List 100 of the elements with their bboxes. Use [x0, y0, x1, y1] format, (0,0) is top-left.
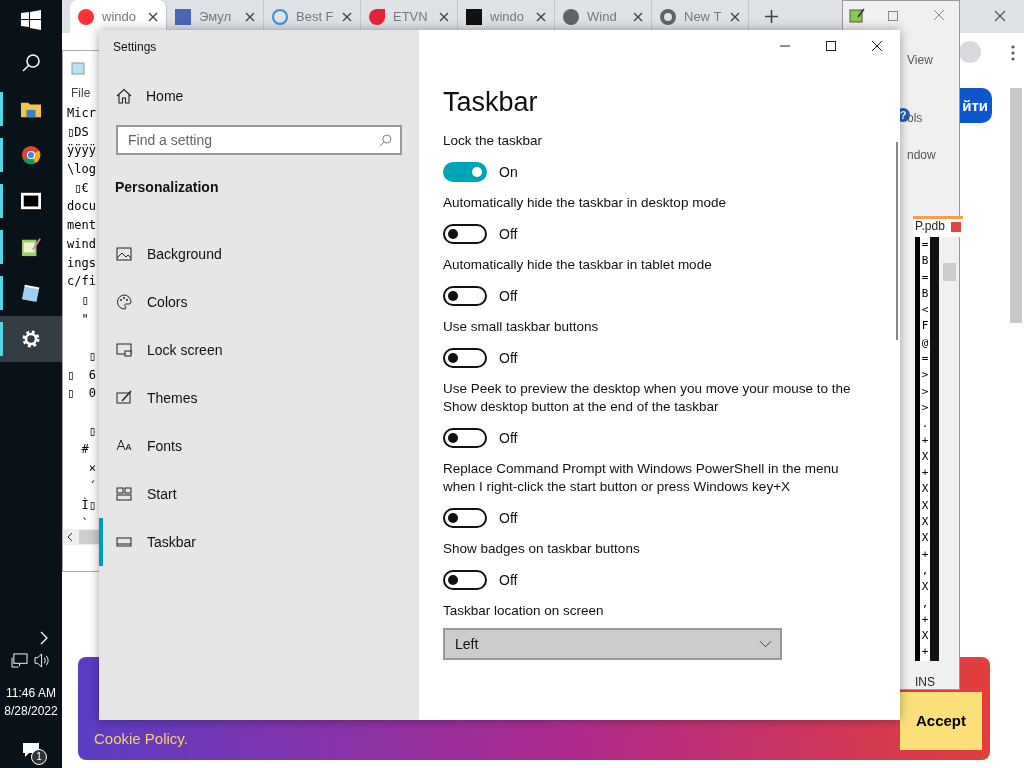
- close-icon[interactable]: [148, 11, 158, 22]
- close-icon[interactable]: [536, 11, 546, 22]
- toggle-state: On: [499, 164, 518, 180]
- taskbar-icon: [116, 534, 132, 550]
- search-icon: [21, 53, 41, 73]
- text-line: \log: [67, 161, 96, 179]
- text-line: ÿÿÿÿ: [67, 142, 96, 160]
- maximize-icon[interactable]: [825, 40, 837, 52]
- grid-icon: [116, 486, 132, 502]
- settings-icon: [21, 329, 41, 349]
- text-line: ▯ 0: [67, 385, 96, 403]
- chevron-down-icon: [759, 640, 772, 648]
- toggle-state: Off: [499, 510, 518, 526]
- notification-count: 1: [31, 749, 47, 765]
- nav-item[interactable]: Fonts: [99, 422, 419, 470]
- menu-item[interactable]: File: [71, 86, 91, 100]
- scroll-left-icon[interactable]: [67, 532, 73, 542]
- monitor-lock-icon: [116, 342, 132, 358]
- text-line: ▯: [87, 347, 96, 365]
- hex-cell: X: [915, 530, 939, 547]
- network-icon[interactable]: [11, 653, 28, 668]
- text-line: c/fi: [67, 273, 96, 291]
- close-icon[interactable]: [730, 11, 740, 22]
- time-text: 11:46 AM: [6, 685, 56, 702]
- volume-icon[interactable]: [34, 653, 51, 668]
- nav-item[interactable]: Colors: [99, 278, 419, 326]
- toggle-state: Off: [499, 350, 518, 366]
- option-label: Use small taskbar buttons: [443, 318, 600, 336]
- login-button[interactable]: йти: [960, 88, 992, 123]
- file-tab[interactable]: P.pdb: [913, 216, 963, 237]
- window-title: Settings: [112, 39, 158, 54]
- profile-icon[interactable]: [959, 41, 981, 63]
- status-text: INS: [915, 675, 935, 689]
- close-icon[interactable]: [245, 11, 255, 22]
- menu-item[interactable]: ols: [907, 111, 923, 125]
- hex-cell: X: [915, 481, 939, 498]
- option-label: Taskbar location on screen: [443, 602, 605, 620]
- toggle-switch[interactable]: [443, 162, 487, 182]
- hex-cell: .: [915, 416, 939, 433]
- new-tab-icon[interactable]: [765, 10, 778, 23]
- hex-cell: <: [915, 302, 939, 319]
- home-icon: [116, 88, 132, 104]
- text-line: docu: [67, 198, 96, 216]
- scrollbar[interactable]: [896, 142, 898, 340]
- favicon-icon: [78, 8, 94, 25]
- search-icon: [379, 134, 392, 147]
- windows-icon: [21, 10, 41, 30]
- palette-icon: [116, 294, 132, 310]
- location-dropdown[interactable]: Left: [443, 628, 782, 660]
- text-line: #: [80, 441, 90, 459]
- nav-item[interactable]: Background: [99, 230, 419, 278]
- scrollbar[interactable]: [943, 263, 956, 281]
- toggle-switch[interactable]: [443, 224, 487, 244]
- nav-item[interactable]: Start: [99, 470, 419, 518]
- search-field[interactable]: Find a setting: [116, 125, 402, 155]
- home-link[interactable]: Home: [116, 88, 419, 104]
- close-icon[interactable]: [871, 40, 883, 52]
- section-heading: Personalization: [115, 179, 220, 195]
- chevron-icon[interactable]: [40, 631, 48, 645]
- brush-monitor-icon: [116, 390, 132, 406]
- option-label: Automatically hide the taskbar in tablet mode: [443, 256, 713, 274]
- hex-cell: =: [915, 237, 939, 254]
- menu-item[interactable]: View: [907, 53, 933, 67]
- option-label: Show badges on taskbar buttons: [443, 540, 641, 558]
- toggle-switch[interactable]: [443, 348, 487, 368]
- toggle-switch[interactable]: [443, 570, 487, 590]
- text-line: ▯DS: [67, 123, 90, 141]
- hex-cell: F: [915, 318, 939, 335]
- toggle-switch[interactable]: [443, 286, 487, 306]
- toggle-switch[interactable]: [443, 428, 487, 448]
- scrollbar[interactable]: [1010, 88, 1022, 323]
- close-icon[interactable]: [439, 11, 449, 22]
- text-line: ´: [87, 478, 96, 496]
- taskbar-button[interactable]: [0, 316, 62, 362]
- clock[interactable]: 11:46 AM 8/28/2022: [4, 684, 58, 720]
- page-title: Taskbar: [443, 87, 539, 118]
- favicon-icon: [175, 8, 191, 25]
- text-line: `: [80, 516, 90, 534]
- menu-item[interactable]: ndow: [907, 148, 936, 162]
- scrollbar-thumb[interactable]: [79, 530, 99, 544]
- toggle-state: Off: [499, 430, 518, 446]
- browser-tab[interactable]: windo: [70, 0, 167, 33]
- nav-item[interactable]: Lock screen: [99, 326, 419, 374]
- menu-icon[interactable]: [1011, 45, 1015, 61]
- cookie-policy-link[interactable]: Cookie Policy.: [94, 730, 188, 747]
- close-icon[interactable]: [342, 11, 352, 22]
- hex-cell: X: [915, 514, 939, 531]
- option-label: Lock the taskbar: [443, 132, 544, 150]
- favicon-icon: [369, 8, 385, 25]
- text-line: Micr: [67, 105, 96, 122]
- accept-button[interactable]: Accept: [900, 692, 982, 750]
- toggle-switch[interactable]: [443, 508, 487, 528]
- nav-item[interactable]: Themes: [99, 374, 419, 422]
- toggle-state: Off: [499, 288, 518, 304]
- hex-cell: +: [915, 465, 939, 482]
- option-label: Automatically hide the taskbar in desktop mode: [443, 194, 727, 212]
- text-line: ▯: [80, 291, 90, 309]
- hex-cell: B: [915, 253, 939, 270]
- close-icon[interactable]: [633, 11, 643, 22]
- text-line: ": [80, 310, 90, 328]
